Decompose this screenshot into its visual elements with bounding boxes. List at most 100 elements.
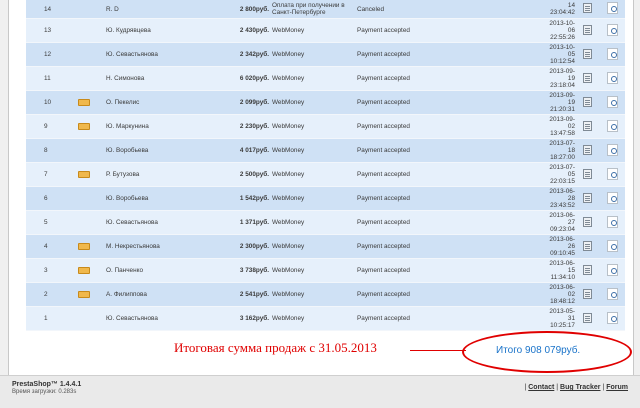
order-date-line: 23:43:52 [550, 202, 575, 209]
order-payment: Оплата при получении в Санкт-Петербурге [272, 0, 357, 19]
new-customer-icon [78, 123, 90, 130]
view-cell [599, 258, 625, 283]
order-row[interactable]: 6 Ю. Воробьева 1 542руб. WebMoney Payment ac… [26, 186, 625, 211]
view-details-icon[interactable] [606, 239, 618, 252]
order-row[interactable]: 9 Ю. Маркунина 2 230руб. WebMoney Payment ac… [26, 114, 625, 139]
forum-link[interactable]: Forum [606, 384, 628, 391]
view-cell [599, 234, 625, 259]
view-details-icon[interactable] [606, 215, 618, 228]
order-customer: М. Некрестьянова [106, 234, 188, 259]
order-date-line: 14 [567, 2, 575, 9]
order-date-line: 18:48:12 [550, 298, 575, 305]
new-customer-icon [78, 291, 90, 298]
order-date: 2013-06- 28 23:43:52 [522, 186, 575, 211]
bug-tracker-link[interactable]: Bug Tracker [560, 384, 600, 391]
order-status: Canceled [357, 0, 522, 19]
order-date-line: 02 [567, 123, 575, 130]
invoice-icon[interactable] [582, 96, 592, 107]
view-details-icon[interactable] [606, 167, 618, 180]
order-id: 8 [26, 138, 78, 163]
view-cell [599, 0, 625, 19]
order-payment: WebMoney [272, 42, 357, 67]
invoice-icon[interactable] [582, 216, 592, 227]
order-row[interactable]: 12 Ю. Севастьянова 2 342руб. WebMoney Paymen… [26, 42, 625, 67]
order-customer: Ю. Воробьева [106, 138, 188, 163]
order-row[interactable]: 7 Р. Бутузова 2 500руб. WebMoney Payment acc… [26, 162, 625, 187]
order-total: 3 162руб. [188, 306, 272, 331]
invoice-cell [575, 66, 599, 91]
sales-annotation: Итоговая сумма продаж с 31.05.2013 [174, 340, 377, 355]
order-row[interactable]: 10 О. Пекелис 2 099руб. WebMoney Payment acc… [26, 90, 625, 115]
order-customer: Ю. Севастьянова [106, 42, 188, 67]
order-payment: WebMoney [272, 162, 357, 187]
invoice-icon[interactable] [582, 168, 592, 179]
view-details-icon[interactable] [606, 47, 618, 60]
order-row[interactable]: 1 Ю. Севастьянова 3 162руб. WebMoney Payment… [26, 306, 625, 331]
invoice-icon[interactable] [582, 48, 592, 59]
order-date-line: 22:03:15 [550, 178, 575, 185]
invoice-icon[interactable] [582, 264, 592, 275]
order-payment: WebMoney [272, 18, 357, 43]
view-details-icon[interactable] [606, 191, 618, 204]
order-id: 12 [26, 42, 78, 67]
view-details-icon[interactable] [606, 95, 618, 108]
view-details-icon[interactable] [606, 119, 618, 132]
new-customer-cell [78, 162, 106, 187]
order-date: 2013-06- 27 09:23:04 [522, 210, 575, 235]
view-cell [599, 66, 625, 91]
footer-load-time: Время загрузки: 0.283s [12, 389, 77, 395]
invoice-icon[interactable] [582, 120, 592, 131]
view-details-icon[interactable] [606, 311, 618, 324]
order-customer: Ю. Севастьянова [106, 306, 188, 331]
order-total: 2 800руб. [188, 0, 272, 19]
grand-total: Итого 908 079руб. [496, 345, 581, 356]
invoice-cell [575, 186, 599, 211]
order-date: 14 23:04:42 [522, 0, 575, 19]
new-customer-icon [78, 267, 90, 274]
order-date-line: 09:23:04 [550, 226, 575, 233]
order-status: Payment accepted [357, 162, 522, 187]
new-customer-cell [78, 258, 106, 283]
annotation-pointer-line [410, 350, 466, 351]
order-date-line: 2013-07- [549, 164, 575, 171]
invoice-icon[interactable] [582, 312, 592, 323]
invoice-icon[interactable] [582, 192, 592, 203]
new-customer-cell [78, 210, 106, 235]
view-details-icon[interactable] [606, 71, 618, 84]
order-row[interactable]: 13 Ю. Кудрявцева 2 430руб. WebMoney Payment … [26, 18, 625, 43]
order-row[interactable]: 11 Н. Симонова 6 020руб. WebMoney Payment ac… [26, 66, 625, 91]
order-row[interactable]: 2 А. Филиппова 2 541руб. WebMoney Payment ac… [26, 282, 625, 307]
new-customer-cell [78, 42, 106, 67]
order-id: 14 [26, 0, 78, 19]
order-total: 2 541руб. [188, 282, 272, 307]
order-customer: А. Филиппова [106, 282, 188, 307]
invoice-icon[interactable] [582, 3, 592, 13]
order-row[interactable]: 5 Ю. Севастьянова 1 371руб. WebMoney Payment… [26, 210, 625, 235]
order-total: 2 099руб. [188, 90, 272, 115]
view-cell [599, 186, 625, 211]
invoice-icon[interactable] [582, 144, 592, 155]
invoice-icon[interactable] [582, 24, 592, 35]
invoice-icon[interactable] [582, 72, 592, 83]
order-row[interactable]: 4 М. Некрестьянова 2 300руб. WebMoney Paymen… [26, 234, 625, 259]
view-details-icon[interactable] [606, 287, 618, 300]
order-row[interactable]: 14 R. D2 800руб. Оплата при получении в Са… [26, 0, 625, 19]
footer-brand: PrestaShop™ 1.4.4.1 [12, 381, 82, 388]
view-details-icon[interactable] [606, 23, 618, 36]
order-date-line: 2013-09- [549, 116, 575, 123]
view-details-icon[interactable] [606, 263, 618, 276]
invoice-icon[interactable] [582, 240, 592, 251]
view-details-icon[interactable] [606, 2, 618, 14]
contact-link[interactable]: Contact [528, 384, 554, 391]
invoice-icon[interactable] [582, 288, 592, 299]
order-date-line: 09:10:45 [550, 250, 575, 257]
invoice-cell [575, 258, 599, 283]
order-date-line: 2013-07- [549, 140, 575, 147]
order-date-line: 2013-05- [549, 308, 575, 315]
order-payment: WebMoney [272, 258, 357, 283]
order-row[interactable]: 3 О. Панченко 3 738руб. WebMoney Payment acc… [26, 258, 625, 283]
view-details-icon[interactable] [606, 143, 618, 156]
order-date-line: 26 [567, 243, 575, 250]
order-date-line: 19 [567, 99, 575, 106]
order-row[interactable]: 8 Ю. Воробьева 4 017руб. WebMoney Payment ac… [26, 138, 625, 163]
